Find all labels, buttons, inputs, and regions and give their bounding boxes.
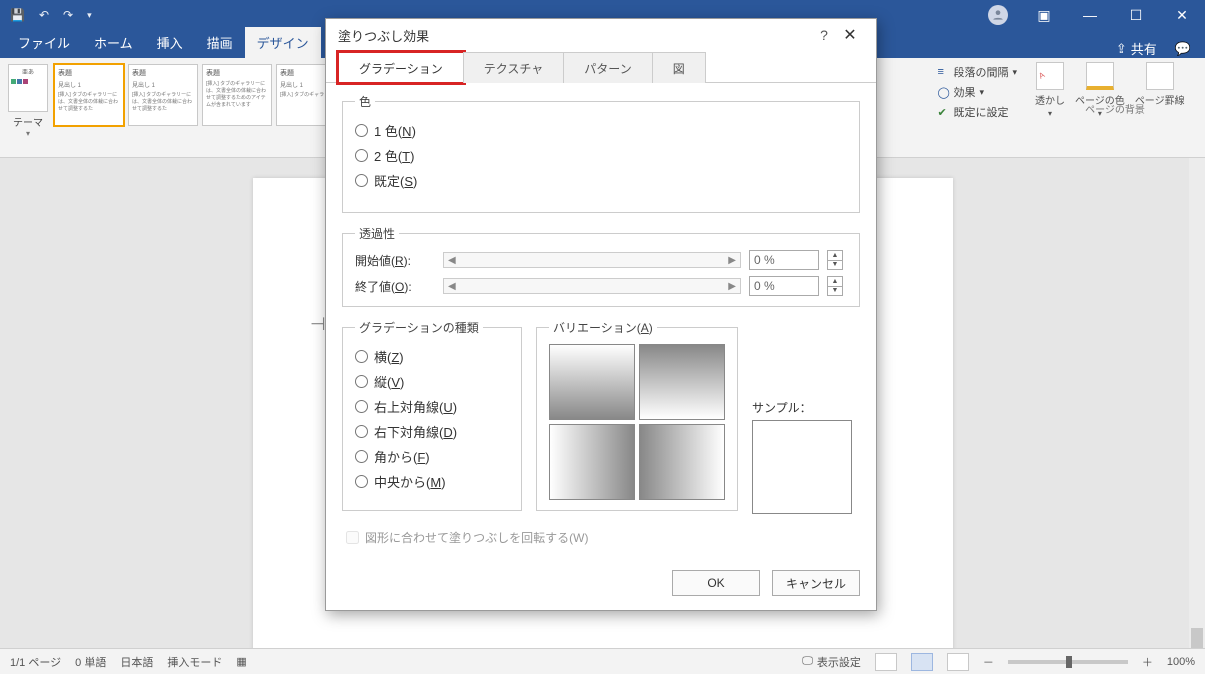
close-window-button[interactable]: ✕ bbox=[1159, 0, 1205, 30]
qat-customize-icon[interactable]: ▾ bbox=[87, 10, 92, 21]
radio-vertical[interactable]: 縦(V) bbox=[355, 369, 509, 394]
rotate-with-shape-checkbox[interactable]: 図形に合わせて塗りつぶしを回転する(W) bbox=[342, 523, 860, 546]
variant-swatch[interactable] bbox=[639, 344, 725, 420]
view-print-layout[interactable] bbox=[911, 653, 933, 671]
undo-icon[interactable]: ↶ bbox=[39, 8, 49, 22]
status-bar: 1/1 ページ 0 単語 日本語 挿入モード ▦ 🖵 表示設定 － ＋ 100% bbox=[0, 648, 1205, 674]
variants-group: バリエーション(A) bbox=[536, 319, 738, 511]
spin-up-icon[interactable]: ▲ bbox=[828, 277, 842, 287]
end-slider[interactable]: ◀▶ bbox=[443, 278, 741, 294]
end-value-input[interactable]: 0 % bbox=[749, 276, 819, 296]
shading-styles-group: グラデーションの種類 横(Z) 縦(V) 右上対角線(U) 右下対角線(D) 角… bbox=[342, 319, 522, 511]
view-read-mode[interactable] bbox=[875, 653, 897, 671]
radio-from-center[interactable]: 中央から(M) bbox=[355, 469, 509, 494]
status-insert-mode[interactable]: 挿入モード bbox=[167, 654, 222, 670]
set-default-button[interactable]: ✔既定に設定 bbox=[937, 102, 1017, 122]
tab-texture[interactable]: テクスチャ bbox=[463, 52, 565, 83]
paragraph-spacing-button[interactable]: ≡段落の間隔 ▾ bbox=[937, 62, 1017, 82]
status-word-count[interactable]: 0 単語 bbox=[75, 654, 106, 670]
sample-preview bbox=[752, 420, 852, 514]
tab-home[interactable]: ホーム bbox=[82, 27, 145, 58]
ok-button[interactable]: OK bbox=[672, 570, 760, 596]
account-avatar[interactable] bbox=[975, 0, 1021, 30]
start-spinner[interactable]: ▲▼ bbox=[827, 250, 843, 270]
tab-gradient[interactable]: グラデーション bbox=[338, 52, 464, 83]
radio-preset[interactable]: 既定(S) bbox=[355, 168, 847, 193]
style-set-item[interactable]: 表題見出し 1[挿入] タブのギャラリーには、文書全体の体裁に合わせて調整するた bbox=[54, 64, 124, 126]
zoom-slider[interactable] bbox=[1008, 660, 1128, 664]
radio-one-color[interactable]: 1 色(N) bbox=[355, 118, 847, 143]
start-value-input[interactable]: 0 % bbox=[749, 250, 819, 270]
variant-swatch[interactable] bbox=[639, 424, 725, 500]
quick-access-toolbar: 💾 ↶ ↷ ▾ bbox=[0, 8, 102, 22]
transparency-group: 透過性 開始値(R): ◀▶ 0 % ▲▼ 終了値(O): ◀▶ 0 % ▲▼ bbox=[342, 225, 860, 307]
slider-right-icon[interactable]: ▶ bbox=[728, 255, 736, 266]
variant-swatch[interactable] bbox=[549, 344, 635, 420]
text-cursor: ⊣ bbox=[310, 314, 326, 335]
ribbon-display-options-icon[interactable]: ▣ bbox=[1021, 0, 1067, 30]
spin-down-icon[interactable]: ▼ bbox=[828, 287, 842, 296]
status-macro-icon[interactable]: ▦ bbox=[236, 655, 246, 668]
colors-legend: 色 bbox=[355, 93, 375, 110]
dialog-tabs: グラデーション テクスチャ パターン 図 bbox=[326, 51, 876, 83]
view-web-layout[interactable] bbox=[947, 653, 969, 671]
cancel-button[interactable]: キャンセル bbox=[772, 570, 860, 596]
tab-draw[interactable]: 描画 bbox=[195, 27, 245, 58]
dialog-title: 塗りつぶし効果 bbox=[338, 26, 429, 45]
effects-button[interactable]: ◯効果 ▾ bbox=[937, 82, 1017, 102]
tab-pattern[interactable]: パターン bbox=[563, 52, 652, 83]
sample-label: サンプル： bbox=[752, 399, 852, 416]
transparency-legend: 透過性 bbox=[355, 225, 399, 242]
save-icon[interactable]: 💾 bbox=[10, 8, 25, 22]
radio-from-corner[interactable]: 角から(F) bbox=[355, 444, 509, 469]
variant-swatch[interactable] bbox=[549, 424, 635, 500]
start-label: 開始値(R): bbox=[355, 252, 435, 269]
design-options: ≡段落の間隔 ▾ ◯効果 ▾ ✔既定に設定 bbox=[937, 62, 1017, 122]
status-page[interactable]: 1/1 ページ bbox=[10, 654, 61, 670]
variants-legend: バリエーション(A) bbox=[549, 319, 657, 336]
tab-design[interactable]: デザイン bbox=[245, 27, 321, 58]
slider-left-icon[interactable]: ◀ bbox=[448, 281, 456, 292]
radio-diagonal-down[interactable]: 右下対角線(D) bbox=[355, 419, 509, 444]
dialog-close-button[interactable]: ✕ bbox=[836, 25, 864, 45]
dialog-titlebar[interactable]: 塗りつぶし効果 ? ✕ bbox=[326, 19, 876, 51]
fill-effects-dialog: 塗りつぶし効果 ? ✕ グラデーション テクスチャ パターン 図 色 1 色(N… bbox=[325, 18, 877, 611]
slider-right-icon[interactable]: ▶ bbox=[728, 281, 736, 292]
zoom-out-button[interactable]: － bbox=[983, 654, 994, 670]
display-settings[interactable]: 🖵 表示設定 bbox=[802, 654, 861, 670]
comments-icon[interactable]: 💬 bbox=[1175, 41, 1191, 57]
radio-horizontal[interactable]: 横(Z) bbox=[355, 344, 509, 369]
redo-icon[interactable]: ↷ bbox=[63, 8, 73, 22]
tab-file[interactable]: ファイル bbox=[6, 27, 82, 58]
themes-button[interactable]: 亜あ テーマ ▾ bbox=[8, 64, 48, 138]
spin-down-icon[interactable]: ▼ bbox=[828, 261, 842, 270]
maximize-button[interactable]: ☐ bbox=[1113, 0, 1159, 30]
colors-group: 色 1 色(N) 2 色(T) 既定(S) bbox=[342, 93, 860, 213]
zoom-level[interactable]: 100% bbox=[1167, 656, 1195, 668]
themes-dropdown-icon[interactable]: ▾ bbox=[8, 129, 48, 138]
tab-insert[interactable]: 挿入 bbox=[145, 27, 195, 58]
page-background-group-label: ページの背景 bbox=[1035, 101, 1195, 116]
dialog-help-button[interactable]: ? bbox=[812, 27, 836, 43]
end-spinner[interactable]: ▲▼ bbox=[827, 276, 843, 296]
radio-two-color[interactable]: 2 色(T) bbox=[355, 143, 847, 168]
style-set-item[interactable]: 表題見出し 1[挿入] タブのギャラリーには、文書全体の体裁に合わせて調整するた bbox=[128, 64, 198, 126]
shading-styles-legend: グラデーションの種類 bbox=[355, 319, 483, 336]
zoom-in-button[interactable]: ＋ bbox=[1142, 654, 1153, 670]
status-language[interactable]: 日本語 bbox=[120, 654, 153, 670]
share-button[interactable]: ⇪ 共有 bbox=[1116, 39, 1157, 58]
end-label: 終了値(O): bbox=[355, 278, 435, 295]
tab-picture[interactable]: 図 bbox=[652, 52, 706, 83]
style-set-item[interactable]: 表題[挿入] タブのギャラリーには、文書全体の体裁に合わせて調整するためのアイテ… bbox=[202, 64, 272, 126]
start-slider[interactable]: ◀▶ bbox=[443, 252, 741, 268]
minimize-button[interactable]: — bbox=[1067, 0, 1113, 30]
vertical-scrollbar[interactable] bbox=[1189, 158, 1205, 648]
radio-diagonal-up[interactable]: 右上対角線(U) bbox=[355, 394, 509, 419]
slider-left-icon[interactable]: ◀ bbox=[448, 255, 456, 266]
spin-up-icon[interactable]: ▲ bbox=[828, 251, 842, 261]
themes-label: テーマ bbox=[8, 114, 48, 129]
